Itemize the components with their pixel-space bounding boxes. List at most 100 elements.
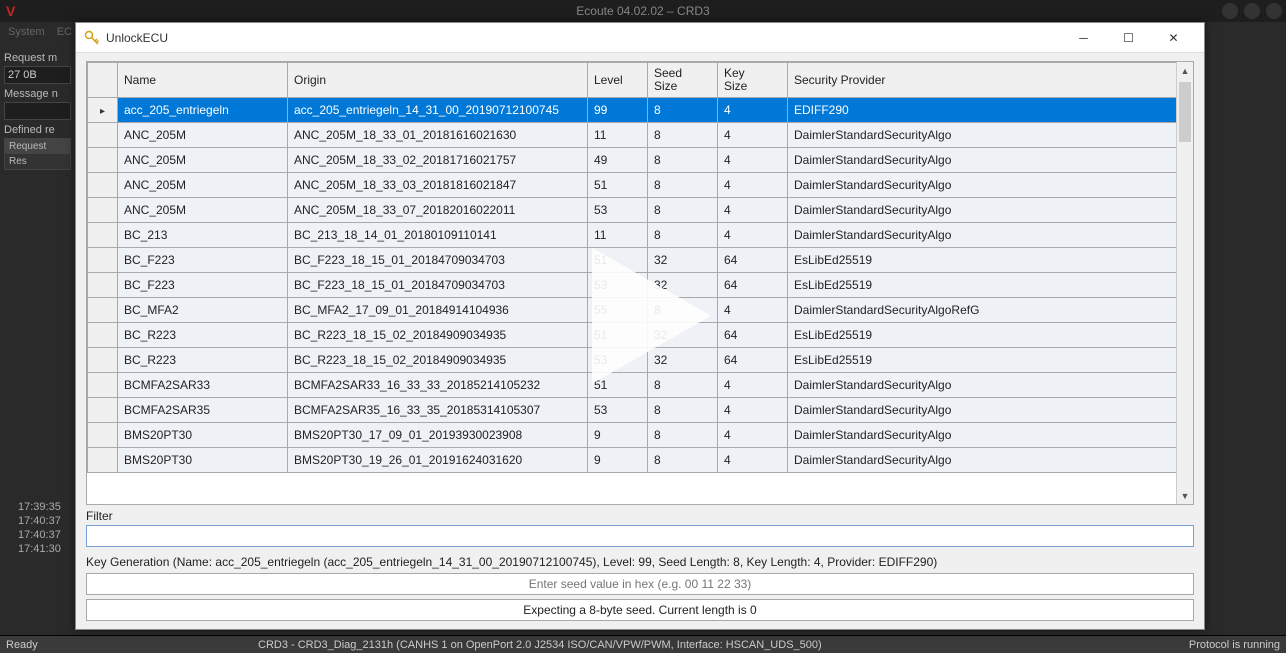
row-handle[interactable]: [88, 123, 118, 148]
cell-prov[interactable]: EsLibEd25519: [788, 248, 1193, 273]
cell-origin[interactable]: BMS20PT30_17_09_01_20193930023908: [288, 423, 588, 448]
cell-key[interactable]: 4: [718, 298, 788, 323]
cell-seed[interactable]: 32: [648, 323, 718, 348]
cell-origin[interactable]: ANC_205M_18_33_03_20181816021847: [288, 173, 588, 198]
cell-seed[interactable]: 8: [648, 98, 718, 123]
cell-key[interactable]: 4: [718, 223, 788, 248]
row-handle[interactable]: [88, 273, 118, 298]
row-handle[interactable]: [88, 323, 118, 348]
dialog-close-button[interactable]: ✕: [1151, 24, 1196, 52]
grid-scrollbar[interactable]: ▲ ▼: [1176, 62, 1193, 504]
defined-box-row[interactable]: Res: [5, 154, 70, 169]
cell-origin[interactable]: BC_F223_18_15_01_20184709034703: [288, 273, 588, 298]
col-origin[interactable]: Origin: [288, 63, 588, 98]
scroll-down-icon[interactable]: ▼: [1177, 487, 1193, 504]
cell-origin[interactable]: BC_R223_18_15_02_20184909034935: [288, 348, 588, 373]
scroll-up-icon[interactable]: ▲: [1177, 62, 1193, 79]
cell-seed[interactable]: 32: [648, 273, 718, 298]
cell-seed[interactable]: 32: [648, 348, 718, 373]
cell-level[interactable]: 55: [588, 298, 648, 323]
cell-seed[interactable]: 8: [648, 373, 718, 398]
row-handle[interactable]: [88, 248, 118, 273]
cell-seed[interactable]: 8: [648, 423, 718, 448]
maximize-icon[interactable]: [1244, 3, 1260, 19]
row-handle[interactable]: [88, 398, 118, 423]
cell-name[interactable]: ANC_205M: [118, 198, 288, 223]
row-handle[interactable]: [88, 423, 118, 448]
cell-level[interactable]: 9: [588, 448, 648, 473]
col-seed-size[interactable]: SeedSize: [648, 63, 718, 98]
cell-seed[interactable]: 8: [648, 173, 718, 198]
cell-name[interactable]: BC_R223: [118, 348, 288, 373]
table-row[interactable]: BC_213BC_213_18_14_01_201801091101411184…: [88, 223, 1193, 248]
cell-seed[interactable]: 32: [648, 248, 718, 273]
table-row[interactable]: BC_MFA2BC_MFA2_17_09_01_2018491410493655…: [88, 298, 1193, 323]
cell-name[interactable]: BC_R223: [118, 323, 288, 348]
cell-key[interactable]: 4: [718, 373, 788, 398]
seed-input[interactable]: [86, 573, 1194, 595]
row-handle[interactable]: [88, 198, 118, 223]
cell-origin[interactable]: BC_F223_18_15_01_20184709034703: [288, 248, 588, 273]
col-level[interactable]: Level: [588, 63, 648, 98]
cell-level[interactable]: 51: [588, 323, 648, 348]
col-key-size[interactable]: KeySize: [718, 63, 788, 98]
cell-key[interactable]: 4: [718, 398, 788, 423]
ecu-grid[interactable]: Name Origin Level SeedSize KeySize Secur…: [87, 62, 1193, 473]
cell-name[interactable]: BC_MFA2: [118, 298, 288, 323]
cell-level[interactable]: 11: [588, 223, 648, 248]
cell-origin[interactable]: acc_205_entriegeln_14_31_00_201907121007…: [288, 98, 588, 123]
cell-name[interactable]: ANC_205M: [118, 148, 288, 173]
scroll-thumb[interactable]: [1179, 82, 1191, 142]
table-row[interactable]: BMS20PT30BMS20PT30_17_09_01_201939300239…: [88, 423, 1193, 448]
cell-prov[interactable]: EsLibEd25519: [788, 323, 1193, 348]
cell-key[interactable]: 64: [718, 248, 788, 273]
row-handle[interactable]: [88, 223, 118, 248]
minimize-icon[interactable]: [1222, 3, 1238, 19]
cell-prov[interactable]: EsLibEd25519: [788, 273, 1193, 298]
cell-level[interactable]: 49: [588, 148, 648, 173]
cell-name[interactable]: BMS20PT30: [118, 423, 288, 448]
cell-origin[interactable]: ANC_205M_18_33_01_20181616021630: [288, 123, 588, 148]
close-icon[interactable]: [1266, 3, 1282, 19]
outer-titlebar[interactable]: V Ecoute 04.02.02 – CRD3: [0, 0, 1286, 22]
cell-key[interactable]: 4: [718, 198, 788, 223]
cell-level[interactable]: 51: [588, 173, 648, 198]
cell-prov[interactable]: DaimlerStandardSecurityAlgo: [788, 173, 1193, 198]
col-security-provider[interactable]: Security Provider: [788, 63, 1193, 98]
cell-level[interactable]: 11: [588, 123, 648, 148]
cell-level[interactable]: 9: [588, 423, 648, 448]
cell-seed[interactable]: 8: [648, 298, 718, 323]
table-row[interactable]: BCMFA2SAR35BCMFA2SAR35_16_33_35_20185314…: [88, 398, 1193, 423]
dialog-minimize-button[interactable]: ─: [1061, 24, 1106, 52]
cell-seed[interactable]: 8: [648, 148, 718, 173]
row-handle[interactable]: [88, 98, 118, 123]
cell-name[interactable]: BC_F223: [118, 248, 288, 273]
cell-key[interactable]: 4: [718, 98, 788, 123]
cell-origin[interactable]: ANC_205M_18_33_07_20182016022011: [288, 198, 588, 223]
message-n-input[interactable]: [4, 102, 71, 120]
cell-key[interactable]: 4: [718, 173, 788, 198]
cell-origin[interactable]: BCMFA2SAR35_16_33_35_20185314105307: [288, 398, 588, 423]
cell-prov[interactable]: DaimlerStandardSecurityAlgo: [788, 123, 1193, 148]
table-row[interactable]: ANC_205MANC_205M_18_33_02_20181716021757…: [88, 148, 1193, 173]
cell-origin[interactable]: BMS20PT30_19_26_01_20191624031620: [288, 448, 588, 473]
table-row[interactable]: acc_205_entriegelnacc_205_entriegeln_14_…: [88, 98, 1193, 123]
row-handle[interactable]: [88, 448, 118, 473]
cell-origin[interactable]: BC_R223_18_15_02_20184909034935: [288, 323, 588, 348]
request-m-input[interactable]: [4, 66, 71, 84]
cell-origin[interactable]: BC_213_18_14_01_20180109110141: [288, 223, 588, 248]
row-handle[interactable]: [88, 298, 118, 323]
row-handle[interactable]: [88, 348, 118, 373]
cell-seed[interactable]: 8: [648, 123, 718, 148]
row-handle[interactable]: [88, 373, 118, 398]
cell-name[interactable]: ANC_205M: [118, 173, 288, 198]
table-row[interactable]: BC_F223BC_F223_18_15_01_2018470903470353…: [88, 273, 1193, 298]
table-row[interactable]: BMS20PT30BMS20PT30_19_26_01_201916240316…: [88, 448, 1193, 473]
cell-level[interactable]: 99: [588, 98, 648, 123]
cell-name[interactable]: acc_205_entriegeln: [118, 98, 288, 123]
cell-key[interactable]: 64: [718, 323, 788, 348]
cell-prov[interactable]: EDIFF290: [788, 98, 1193, 123]
cell-origin[interactable]: BC_MFA2_17_09_01_20184914104936: [288, 298, 588, 323]
table-row[interactable]: BC_R223BC_R223_18_15_02_2018490903493553…: [88, 348, 1193, 373]
cell-key[interactable]: 4: [718, 148, 788, 173]
